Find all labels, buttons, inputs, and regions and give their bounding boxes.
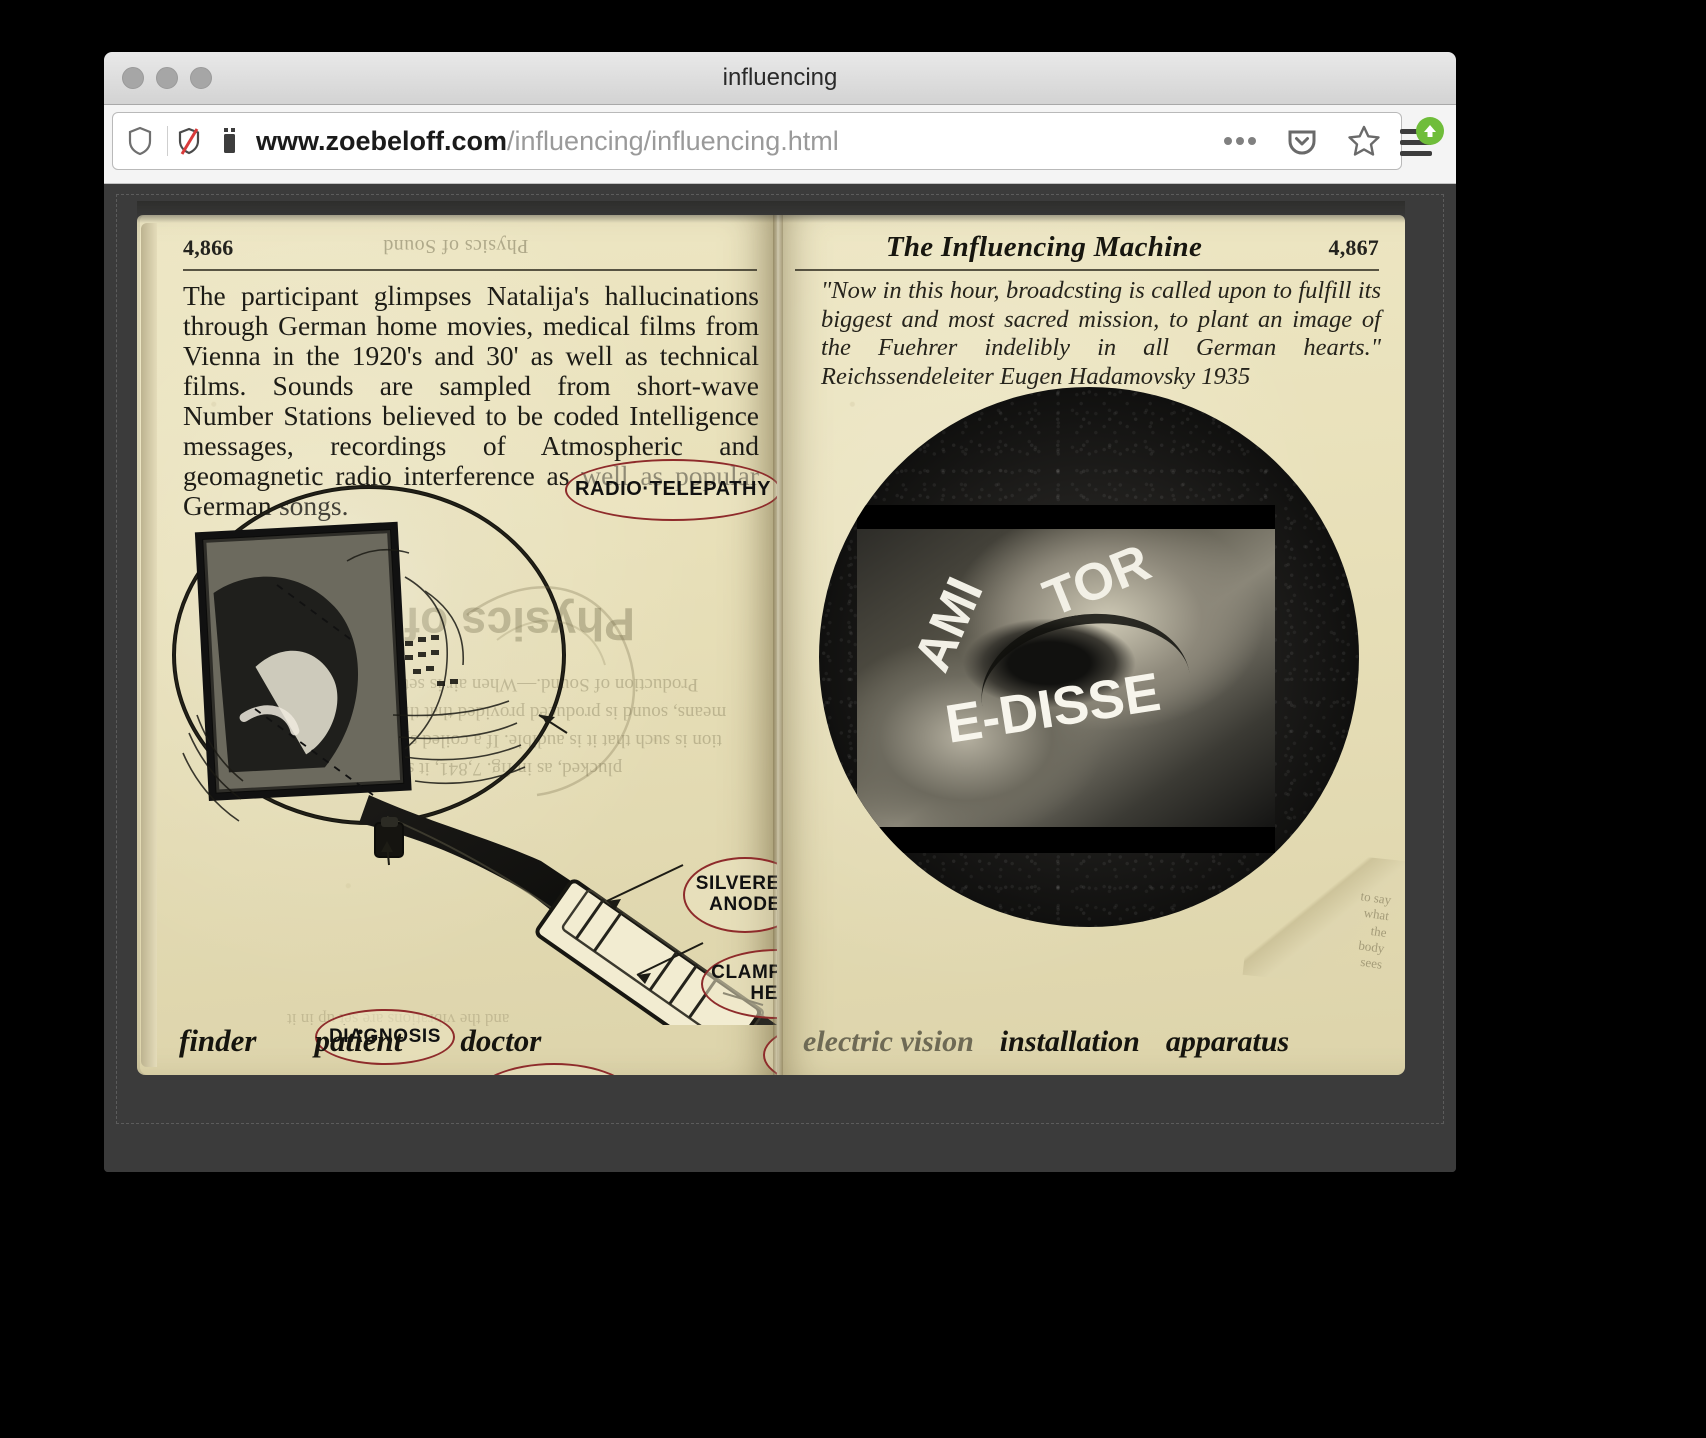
hamburger-bar-3	[1400, 151, 1432, 156]
movie-button-finder[interactable]: finder	[179, 1023, 257, 1059]
browser-window: influencing www.zoebeloff.com/influencin…	[104, 52, 1456, 1172]
ghost-line-2: means, sound is produced provided that t…	[245, 702, 727, 723]
movie-button-electric-vision[interactable]: electric vision	[803, 1025, 974, 1059]
right-page-folio: 4,867	[1328, 235, 1379, 260]
window-titlebar: influencing	[104, 52, 1456, 105]
ghost-running-head: Physics of Sound	[383, 235, 529, 257]
movie-button-installation[interactable]: installation	[1000, 1025, 1140, 1059]
right-page-button-row: electric vision installation apparatus	[803, 1025, 1289, 1059]
page-viewport: 4,866 Physics of Sound The participant g…	[104, 184, 1456, 1172]
camera-blocked-icon[interactable]	[210, 126, 250, 156]
circular-photo: AMI TOR E-DISSE	[819, 387, 1359, 927]
page-title: The Influencing Machine	[885, 231, 1203, 263]
callout-anode-terminal: ANODETERMINAL	[473, 1063, 635, 1075]
book-page-right: The Influencing Machine 4,867 "Now in th…	[777, 215, 1405, 1075]
callout-radio-telepathy: RADIO·TELEPATHY	[565, 459, 777, 521]
book-gutter	[773, 215, 783, 1075]
callout-clamped-on-here: CLAMPED ONHERE	[701, 949, 777, 1019]
ghost-line-1: Production of Sound.—When air is set in …	[255, 674, 699, 695]
ghost-line-3: tion is such that it is audible. If a co…	[247, 730, 722, 751]
permissions-blocked-icon[interactable]	[168, 126, 210, 156]
url-path: /influencing/influencing.html	[507, 125, 839, 156]
address-bar[interactable]: www.zoebeloff.com/influencing/influencin…	[112, 112, 1402, 170]
window-title: influencing	[722, 64, 838, 91]
bookmark-star-icon[interactable]	[1333, 124, 1401, 158]
shield-icon[interactable]	[113, 126, 167, 156]
right-page-header: The Influencing Machine 4,867	[791, 231, 1379, 271]
left-page-button-row: finder patient doctor	[179, 1023, 541, 1059]
ghost-heading: Physics of Sound	[249, 598, 635, 650]
url-host: www.zoebeloff.com	[256, 125, 508, 156]
pocket-icon[interactable]	[1271, 125, 1333, 157]
url-text[interactable]: www.zoebeloff.com/influencing/influencin…	[250, 126, 1209, 157]
eye-photograph: AMI TOR E-DISSE	[857, 505, 1275, 853]
movie-button-doctor[interactable]: doctor	[460, 1023, 541, 1059]
open-book: 4,866 Physics of Sound The participant g…	[137, 201, 1405, 1075]
header-rule	[795, 269, 1379, 271]
content-frame: 4,866 Physics of Sound The participant g…	[116, 194, 1444, 1124]
left-page-header: 4,866 Physics of Sound	[183, 233, 757, 271]
ghost-line-4: plucked, as in fig. 7,841, it springs ba…	[245, 758, 623, 779]
more-dots-icon[interactable]	[1209, 135, 1271, 147]
browser-navbar: www.zoebeloff.com/influencing/influencin…	[104, 105, 1456, 184]
right-page-quote: "Now in this hour, broadcsting is called…	[821, 277, 1381, 390]
update-available-badge[interactable]	[1416, 117, 1444, 145]
hamburger-menu-icon[interactable]	[1398, 117, 1444, 163]
movie-button-patient[interactable]: patient	[315, 1023, 403, 1059]
cathode-ray-tube-diagram	[137, 465, 777, 1025]
movie-button-apparatus[interactable]: apparatus	[1166, 1025, 1289, 1059]
book-page-left: 4,866 Physics of Sound The participant g…	[137, 215, 777, 1075]
callout-silvered-anode: SILVEREDANODE	[683, 857, 777, 933]
header-rule	[183, 269, 757, 271]
left-page-folio: 4,866	[183, 235, 234, 260]
